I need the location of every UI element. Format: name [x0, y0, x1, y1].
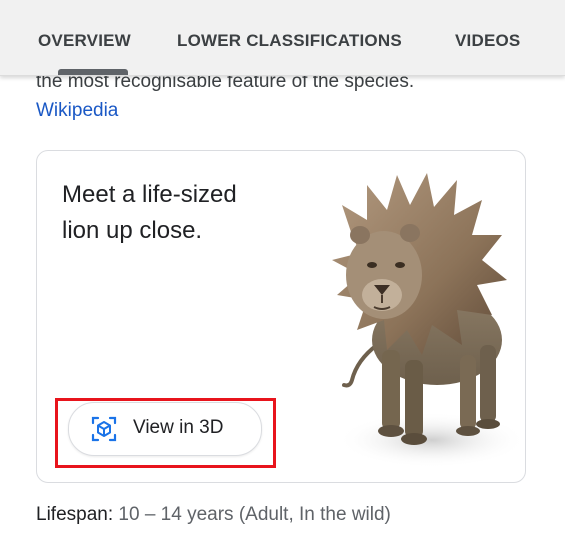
lion-3d-image [332, 173, 522, 468]
tab-overview[interactable]: OVERVIEW [38, 31, 131, 51]
view-in-3d-label: View in 3D [133, 417, 224, 438]
tab-bar: OVERVIEW LOWER CLASSIFICATIONS VIDEOS [0, 0, 565, 76]
lifespan-value: 10 – 14 years (Adult, In the wild) [118, 504, 391, 525]
ar-lion-card[interactable]: Meet a life-sized lion up close. View in… [36, 150, 526, 483]
view-in-3d-button[interactable]: View in 3D [68, 402, 262, 456]
3d-cube-scan-icon [91, 416, 117, 442]
knowledge-panel-page: OVERVIEW LOWER CLASSIFICATIONS VIDEOS th… [0, 0, 565, 537]
lifespan-fact: Lifespan: 10 – 14 years (Adult, In the w… [36, 504, 391, 526]
tab-lower-classifications[interactable]: LOWER CLASSIFICATIONS [177, 31, 402, 51]
wikipedia-link[interactable]: Wikipedia [36, 100, 118, 122]
active-tab-indicator [58, 69, 128, 75]
lifespan-label: Lifespan: [36, 504, 114, 525]
ar-card-headline: Meet a life-sized lion up close. [62, 181, 237, 244]
tab-videos[interactable]: VIDEOS [455, 31, 520, 51]
